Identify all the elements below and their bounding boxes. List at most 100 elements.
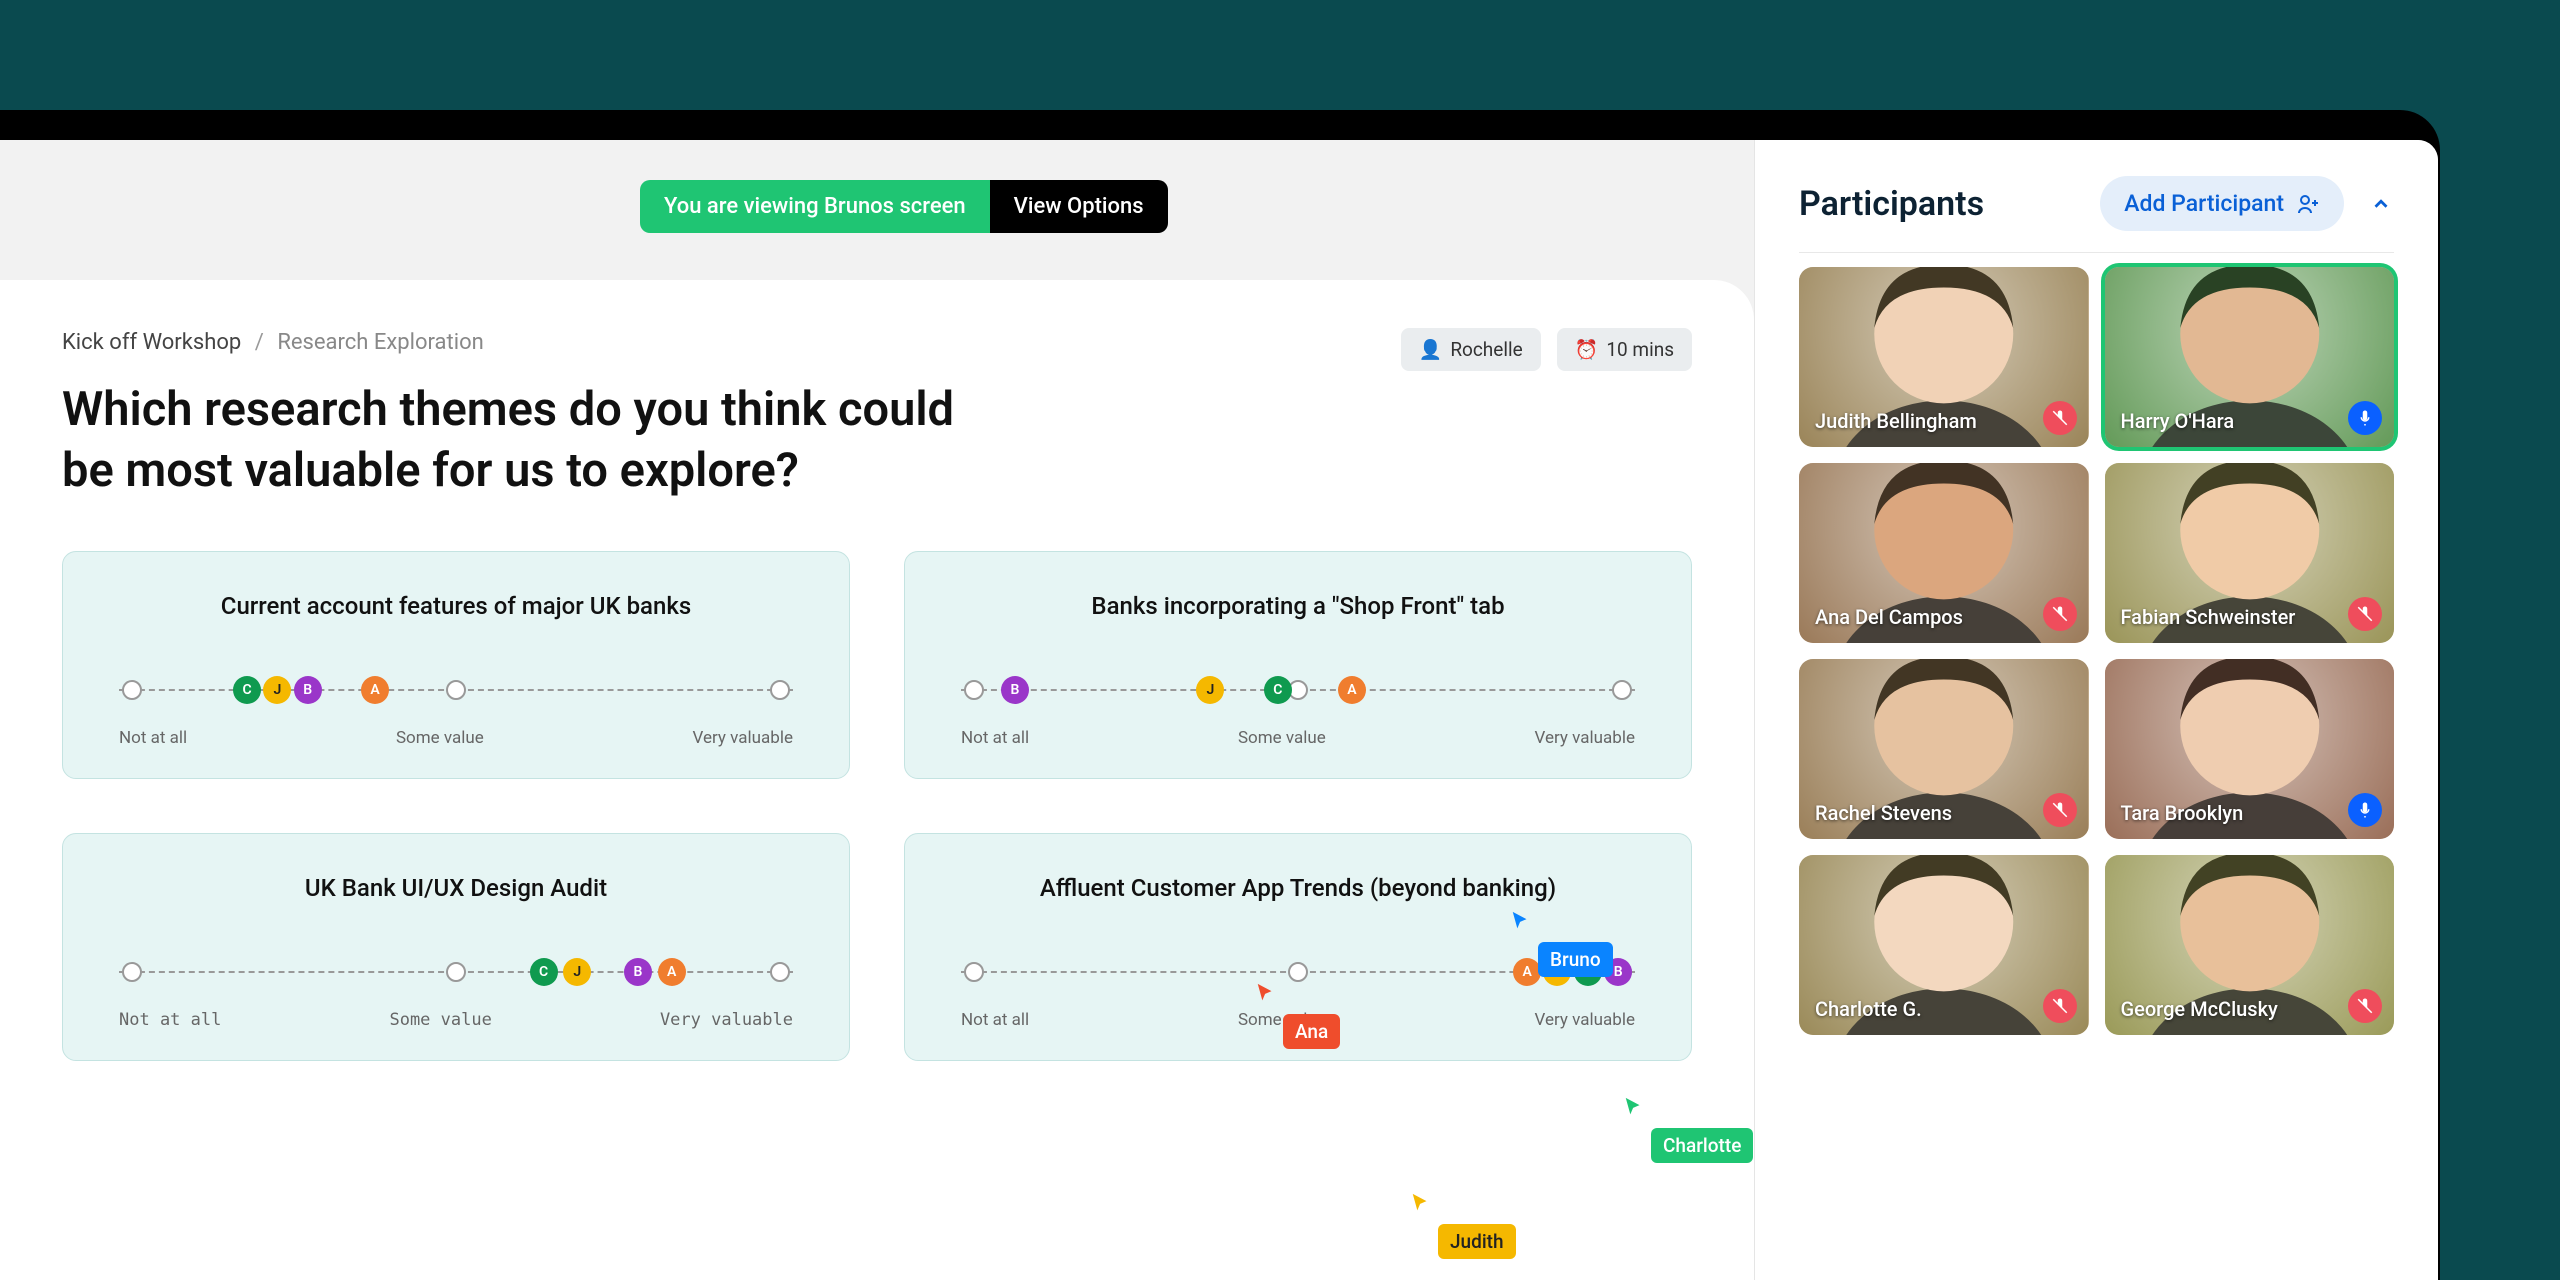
chevron-up-icon	[2370, 193, 2392, 215]
slider-tick-high	[770, 962, 790, 982]
participant-name: Charlotte G.	[1815, 997, 1922, 1021]
breadcrumb-separator: /	[255, 330, 264, 355]
slider-tick-mid	[446, 680, 466, 700]
participant-tile[interactable]: Charlotte G.	[1799, 855, 2089, 1035]
timer-pill[interactable]: ⏰ 10 mins	[1557, 328, 1692, 371]
assignee-pill[interactable]: 👤 Rochelle	[1401, 328, 1541, 371]
value-slider[interactable]: BJCA	[961, 670, 1635, 710]
view-options-button[interactable]: View Options	[990, 180, 1168, 233]
theme-card[interactable]: Banks incorporating a "Shop Front" tab B…	[904, 551, 1692, 779]
participants-panel: Participants Add Participant	[1754, 140, 2438, 1280]
slider-tick-low	[964, 680, 984, 700]
cursor-label: Bruno	[1538, 942, 1613, 977]
user-plus-icon	[2296, 192, 2320, 216]
participant-tile[interactable]: George McClusky	[2105, 855, 2395, 1035]
add-participant-button[interactable]: Add Participant	[2100, 176, 2344, 231]
app-screen: You are viewing Brunos screen View Optio…	[0, 140, 2438, 1280]
participant-dot[interactable]: J	[563, 958, 591, 986]
theme-title: Banks incorporating a "Shop Front" tab	[941, 592, 1655, 620]
slider-label-high: Very valuable	[660, 1010, 793, 1030]
participant-tile[interactable]: Ana Del Campos	[1799, 463, 2089, 643]
panel-header: Participants Add Participant	[1799, 176, 2394, 231]
mic-on-icon[interactable]	[2348, 401, 2382, 435]
theme-card[interactable]: UK Bank UI/UX Design Audit CJBA Not at a…	[62, 833, 850, 1061]
value-slider[interactable]: CJB A	[119, 670, 793, 710]
participant-dot[interactable]: A	[1338, 676, 1366, 704]
slider-labels: Not at all Some value Very valuable	[961, 728, 1635, 748]
participant-dot[interactable]: B	[624, 958, 652, 986]
mic-on-icon[interactable]	[2348, 793, 2382, 827]
slider-label-mid: Some value	[1238, 728, 1326, 748]
viewing-pill: You are viewing Brunos screen	[640, 180, 990, 233]
value-slider[interactable]: CJ BA	[119, 952, 793, 992]
participant-name: Ana Del Campos	[1815, 605, 1963, 629]
theme-title: Affluent Customer App Trends (beyond ban…	[941, 874, 1655, 902]
participant-tile[interactable]: Judith Bellingham	[1799, 267, 2089, 447]
participant-dot[interactable]: B	[1001, 676, 1029, 704]
participant-dot[interactable]: C	[530, 958, 558, 986]
mic-muted-icon[interactable]	[2043, 401, 2077, 435]
cursor-label: Charlotte	[1651, 1128, 1753, 1163]
collapse-panel-button[interactable]	[2368, 191, 2394, 217]
cursor-charlotte: Charlotte	[1623, 1096, 1753, 1163]
slider-label-high: Very valuable	[1535, 728, 1635, 748]
theme-grid: Current account features of major UK ban…	[62, 551, 1692, 1061]
clock-icon: ⏰	[1575, 338, 1599, 361]
mic-muted-icon[interactable]	[2348, 989, 2382, 1023]
mic-muted-icon[interactable]	[2043, 597, 2077, 631]
screen-share-banner: You are viewing Brunos screen View Optio…	[640, 180, 1168, 233]
participant-dot[interactable]: A	[658, 958, 686, 986]
cursor-icon	[1510, 910, 1532, 932]
add-participant-label: Add Participant	[2124, 190, 2284, 217]
cursor-label: Judith	[1438, 1224, 1516, 1259]
participant-name: Harry O'Hara	[2121, 409, 2235, 433]
slider-tick-high	[1612, 680, 1632, 700]
breadcrumb-parent[interactable]: Kick off Workshop	[62, 330, 241, 355]
participant-dot[interactable]: J	[263, 676, 291, 704]
participant-dot[interactable]: A	[361, 676, 389, 704]
participant-dot[interactable]: C	[233, 676, 261, 704]
slider-tick-low	[122, 962, 142, 982]
participant-name: Rachel Stevens	[1815, 801, 1952, 825]
cursor-icon	[1623, 1096, 1645, 1118]
slider-labels: Not at all Some value Very valuable	[119, 728, 793, 748]
theme-title: Current account features of major UK ban…	[99, 592, 813, 620]
slider-label-low: Not at all	[119, 1010, 221, 1030]
mic-muted-icon[interactable]	[2348, 597, 2382, 631]
mic-muted-icon[interactable]	[2043, 989, 2077, 1023]
timer-value: 10 mins	[1606, 338, 1674, 361]
participant-dot[interactable]: C	[1264, 676, 1292, 704]
participant-name: Judith Bellingham	[1815, 409, 1977, 433]
participant-dot[interactable]: B	[294, 676, 322, 704]
slider-label-mid: Some value	[396, 728, 484, 748]
participant-name: Fabian Schweinster	[2121, 605, 2296, 629]
panel-title: Participants	[1799, 184, 1984, 224]
slider-tick-high	[770, 680, 790, 700]
participant-dot[interactable]: J	[1196, 676, 1224, 704]
mic-muted-icon[interactable]	[2043, 793, 2077, 827]
participant-tile[interactable]: Rachel Stevens	[1799, 659, 2089, 839]
breadcrumb-current: Research Exploration	[277, 330, 483, 355]
page-title: Which research themes do you think could…	[62, 379, 962, 501]
slider-label-low: Not at all	[961, 728, 1029, 748]
cursor-icon	[1255, 982, 1277, 1004]
slider-label-high: Very valuable	[1535, 1010, 1635, 1030]
slider-label-low: Not at all	[119, 728, 187, 748]
meta-pills: 👤 Rochelle ⏰ 10 mins	[1401, 328, 1692, 371]
participant-tile[interactable]: Fabian Schweinster	[2105, 463, 2395, 643]
cursor-judith: Judith	[1410, 1192, 1516, 1259]
panel-actions: Add Participant	[2100, 176, 2394, 231]
slider-tick-low	[122, 680, 142, 700]
assignee-name: Rochelle	[1450, 338, 1522, 361]
workshop-canvas: Kick off Workshop / Research Exploration…	[0, 280, 1754, 1280]
cursor-label: Ana	[1283, 1014, 1340, 1049]
participant-name: Tara Brooklyn	[2121, 801, 2244, 825]
cursor-icon	[1410, 1192, 1432, 1214]
cursor-ana: Ana	[1255, 982, 1340, 1049]
participant-tile[interactable]: Harry O'Hara	[2105, 267, 2395, 447]
slider-label-mid: Some value	[389, 1010, 491, 1030]
theme-card[interactable]: Current account features of major UK ban…	[62, 551, 850, 779]
divider	[1799, 252, 2394, 253]
slider-tick-mid	[1288, 962, 1308, 982]
participant-tile[interactable]: Tara Brooklyn	[2105, 659, 2395, 839]
